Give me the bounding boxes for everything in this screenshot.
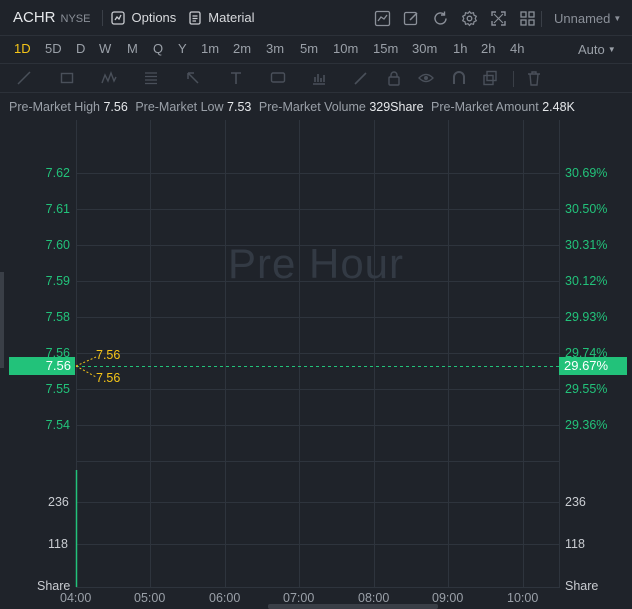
high-marker-label: 7.56: [96, 348, 121, 362]
time-tick: 07:00: [283, 591, 315, 605]
time-tick: 06:00: [209, 591, 241, 605]
resize-handle[interactable]: [0, 272, 4, 368]
time-tick: 08:00: [358, 591, 390, 605]
current-percent-label: 29.67%: [559, 357, 627, 375]
marker-leader: [75, 365, 97, 378]
time-tick: 05:00: [134, 591, 166, 605]
low-marker-label: 7.56: [96, 371, 121, 385]
volume-tick: 236: [565, 495, 586, 509]
chart-overlay: [75, 356, 559, 587]
volume-tick: 236: [48, 495, 69, 509]
horizontal-scrollbar[interactable]: [268, 604, 438, 609]
volume-tick: 118: [48, 537, 68, 551]
volume-tick: 118: [565, 537, 585, 551]
time-tick: 09:00: [432, 591, 464, 605]
volume-unit: Share: [565, 579, 599, 593]
time-tick: 10:00: [507, 591, 539, 605]
time-tick: 04:00: [60, 591, 92, 605]
marker-leader: [75, 356, 97, 367]
current-price-label: 7.56: [9, 357, 75, 375]
